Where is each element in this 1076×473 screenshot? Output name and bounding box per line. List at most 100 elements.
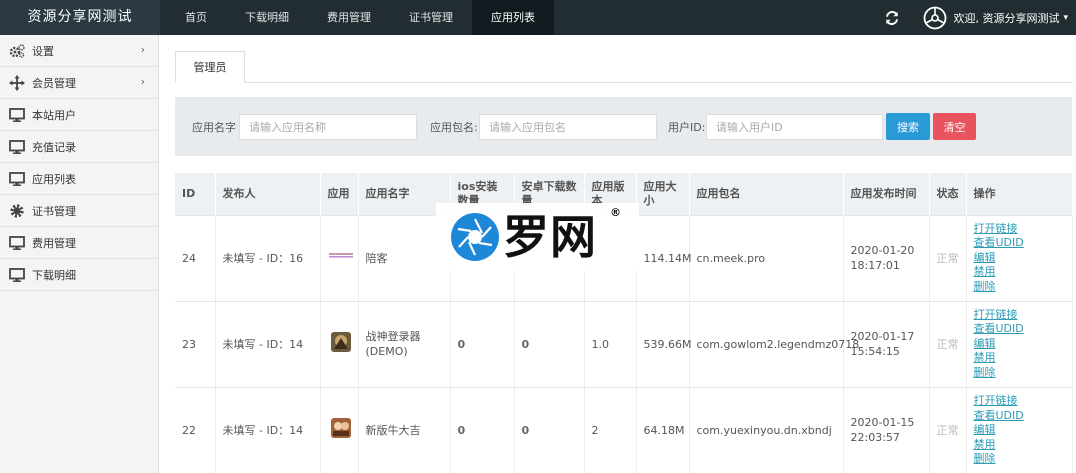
column-header: ID bbox=[175, 173, 216, 215]
chevron-right-icon: › bbox=[140, 43, 145, 56]
cell-android-downloads: 0 bbox=[514, 386, 585, 473]
release-clock: 18:17:01 bbox=[850, 259, 900, 272]
clear-button[interactable]: 清空 bbox=[933, 113, 976, 140]
monitor-icon bbox=[9, 171, 25, 186]
cell-publisher: 未填写 - ID：14 bbox=[215, 386, 321, 473]
sidebar-item-download-details[interactable]: 下载明细 bbox=[0, 259, 158, 291]
sidebar-item-label: 充值记录 bbox=[32, 140, 76, 154]
app-thumbnail-icon bbox=[330, 332, 351, 352]
cell-status: 正常 bbox=[929, 214, 967, 301]
cell-app-icon bbox=[320, 214, 359, 301]
sidebar-item-member-management[interactable]: 会员管理 › bbox=[0, 67, 158, 99]
filter-bar: 应用名字 应用包名: 用户ID: 搜索 清空 bbox=[175, 97, 1072, 156]
column-header: 应用 bbox=[320, 173, 359, 215]
cell-package: com.gowlom2.legendmz0718 bbox=[689, 300, 859, 387]
user-dropdown-caret-icon[interactable]: ▾ bbox=[1063, 13, 1068, 23]
tab-admin[interactable]: 管理员 bbox=[175, 51, 245, 83]
cell-android-downloads: 0 bbox=[514, 300, 585, 387]
disable-action[interactable]: 禁用 bbox=[974, 438, 1065, 453]
cell-app-icon bbox=[320, 300, 359, 387]
view-udid-action[interactable]: 查看UDID bbox=[974, 236, 1065, 251]
nav-download-details[interactable]: 下载明细 bbox=[226, 0, 308, 35]
cell-id: 23 bbox=[175, 300, 216, 387]
column-header: 状态 bbox=[929, 173, 967, 215]
cell-id: 24 bbox=[175, 214, 216, 301]
welcome-user-text[interactable]: 欢迎, 资源分享网测试 bbox=[953, 10, 1059, 26]
main-nav: 首页 下载明细 费用管理 证书管理 应用列表 bbox=[166, 0, 554, 35]
sidebar-item-label: 应用列表 bbox=[32, 172, 76, 186]
delete-action[interactable]: 删除 bbox=[974, 366, 1065, 381]
disable-action[interactable]: 禁用 bbox=[974, 265, 1065, 280]
cell-actions: 打开链接 查看UDID 编辑 禁用 删除 bbox=[966, 300, 1073, 387]
cell-version: 2 bbox=[584, 386, 637, 473]
disable-action[interactable]: 禁用 bbox=[974, 351, 1065, 366]
nav-certificate-management[interactable]: 证书管理 bbox=[390, 0, 472, 35]
cell-size: 64.18M bbox=[636, 386, 690, 473]
refresh-icon[interactable] bbox=[885, 10, 899, 25]
sidebar-item-label: 下载明细 bbox=[32, 268, 76, 282]
cell-version: 1.0 bbox=[584, 300, 637, 387]
release-date: 2020-01-15 bbox=[850, 416, 915, 430]
delete-action[interactable]: 删除 bbox=[974, 452, 1065, 467]
sidebar-item-label: 本站用户 bbox=[32, 108, 76, 122]
app-name-input[interactable] bbox=[239, 114, 417, 140]
cell-publisher: 未填写 - ID：16 bbox=[215, 214, 321, 301]
sidebar: 设置 › 会员管理 › 本站用户 充值记录 应用列表 证书管理 费用管理 下载明… bbox=[0, 35, 159, 473]
release-clock: 15:54:15 bbox=[850, 345, 900, 358]
cell-status: 正常 bbox=[929, 386, 967, 473]
registered-mark: ® bbox=[610, 206, 621, 219]
watermark-logo: 罗网 ® bbox=[436, 203, 639, 271]
sidebar-item-fee-management[interactable]: 费用管理 bbox=[0, 227, 158, 259]
cell-ios-installs: 0 bbox=[450, 386, 515, 473]
cell-status: 正常 bbox=[929, 300, 967, 387]
sidebar-item-label: 证书管理 bbox=[32, 204, 76, 218]
column-header: 应用发布时间 bbox=[843, 173, 930, 215]
cell-publisher: 未填写 - ID：14 bbox=[215, 300, 321, 387]
cell-size: 114.14M bbox=[636, 214, 691, 301]
app-thumbnail-icon bbox=[328, 253, 353, 258]
tab-bar: 管理员 bbox=[175, 51, 1073, 83]
app-name-label: 应用名字 bbox=[192, 121, 236, 134]
view-udid-action[interactable]: 查看UDID bbox=[974, 322, 1065, 337]
cell-app-icon bbox=[320, 386, 359, 473]
nav-app-list[interactable]: 应用列表 bbox=[472, 0, 554, 35]
edit-action[interactable]: 编辑 bbox=[974, 423, 1065, 438]
search-button[interactable]: 搜索 bbox=[886, 113, 930, 140]
user-avatar-icon[interactable] bbox=[923, 6, 947, 30]
table-row: 23 未填写 - ID：14 战神登录器(DEMO) 0 0 1.0 539.6… bbox=[175, 300, 1073, 387]
monitor-icon bbox=[9, 235, 25, 250]
column-header: 发布人 bbox=[215, 173, 321, 215]
edit-action[interactable]: 编辑 bbox=[974, 337, 1065, 352]
open-link-action[interactable]: 打开链接 bbox=[974, 394, 1065, 409]
brand-title[interactable]: 资源分享网测试 bbox=[0, 0, 160, 35]
release-clock: 22:03:57 bbox=[850, 431, 900, 445]
nav-home[interactable]: 首页 bbox=[166, 0, 226, 35]
sidebar-item-recharge-records[interactable]: 充值记录 bbox=[0, 131, 158, 163]
user-area: 欢迎, 资源分享网测试 ▾ bbox=[885, 0, 1076, 35]
sidebar-item-site-users[interactable]: 本站用户 bbox=[0, 99, 158, 131]
open-link-action[interactable]: 打开链接 bbox=[974, 222, 1065, 237]
column-header: 操作 bbox=[966, 173, 1073, 215]
user-id-label: 用户ID: bbox=[668, 121, 706, 134]
sidebar-item-settings[interactable]: 设置 › bbox=[0, 35, 158, 67]
open-link-action[interactable]: 打开链接 bbox=[974, 308, 1065, 323]
delete-action[interactable]: 删除 bbox=[974, 280, 1065, 295]
package-input[interactable] bbox=[479, 114, 657, 140]
sidebar-item-app-list[interactable]: 应用列表 bbox=[0, 163, 158, 195]
sidebar-item-label: 会员管理 bbox=[32, 76, 76, 90]
user-id-input[interactable] bbox=[706, 114, 883, 140]
monitor-icon bbox=[9, 139, 25, 154]
sidebar-item-certificate-management[interactable]: 证书管理 bbox=[0, 195, 158, 227]
cell-ios-installs: 0 bbox=[450, 300, 515, 387]
nav-fee-management[interactable]: 费用管理 bbox=[308, 0, 390, 35]
release-date: 2020-01-20 bbox=[850, 244, 915, 257]
edit-action[interactable]: 编辑 bbox=[974, 251, 1065, 266]
cell-actions: 打开链接 查看UDID 编辑 禁用 删除 bbox=[966, 386, 1073, 473]
cell-release-time: 2020-01-15 22:03:57 bbox=[843, 386, 930, 473]
cell-actions: 打开链接 查看UDID 编辑 禁用 删除 bbox=[966, 214, 1073, 301]
cell-app-name: 战神登录器(DEMO) bbox=[358, 300, 451, 387]
cell-size: 539.66M bbox=[636, 300, 691, 387]
cell-app-name: 新版牛大吉 bbox=[358, 386, 451, 473]
view-udid-action[interactable]: 查看UDID bbox=[974, 409, 1065, 424]
watermark-text: 罗网 bbox=[503, 210, 597, 264]
